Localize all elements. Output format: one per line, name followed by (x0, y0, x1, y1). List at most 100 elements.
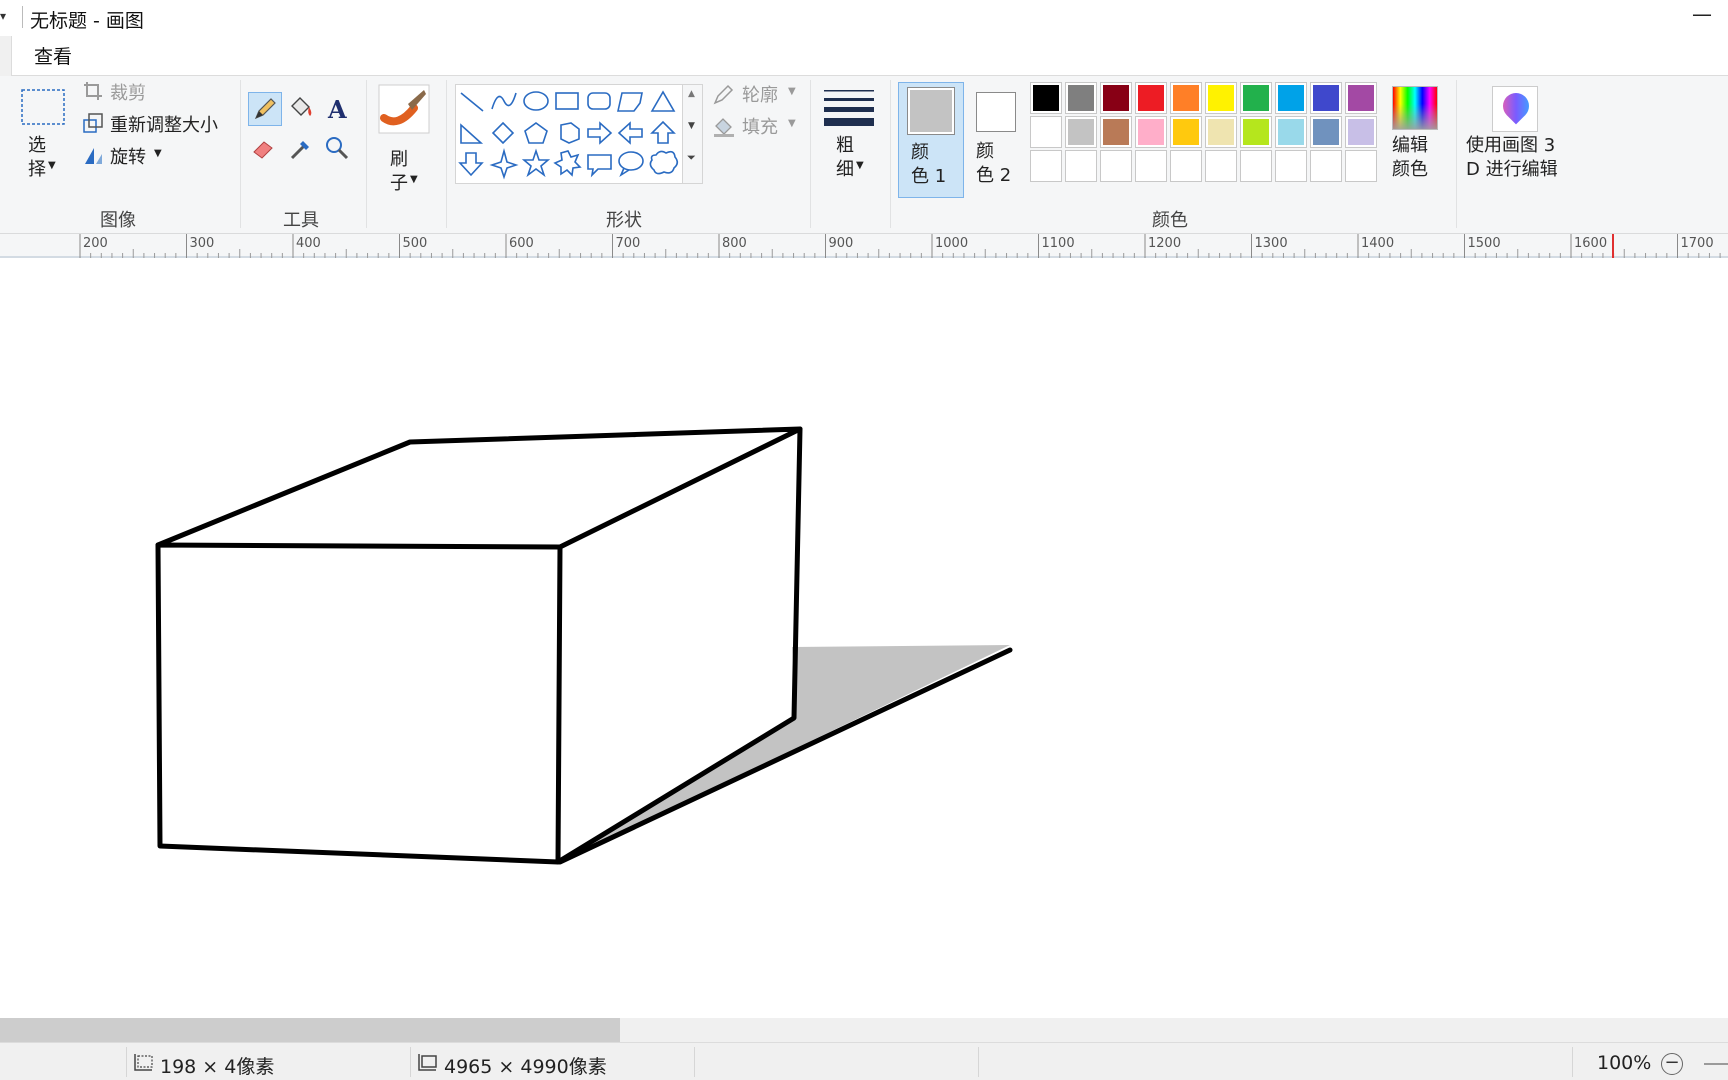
color-picker-tool[interactable] (284, 132, 318, 166)
palette-swatch[interactable] (1170, 150, 1202, 182)
palette-swatch[interactable] (1170, 82, 1202, 114)
crop-label: 裁剪 (110, 83, 146, 104)
palette-swatch[interactable] (1310, 116, 1342, 148)
eraser-tool[interactable] (248, 132, 282, 166)
palette-swatch[interactable] (1275, 82, 1307, 114)
image-size-icon (418, 1054, 437, 1071)
group-label-shapes: 形状 (606, 210, 642, 231)
palette-swatch[interactable] (1135, 116, 1167, 148)
color2-button[interactable]: 颜 色 2 (966, 82, 1028, 198)
zoom-out-button[interactable]: − (1661, 1053, 1683, 1075)
zoom-slider[interactable] (1704, 1063, 1728, 1065)
palette-swatch[interactable] (1030, 150, 1062, 182)
text-tool[interactable]: A (321, 92, 355, 126)
palette-swatch[interactable] (1030, 82, 1062, 114)
crop-button[interactable]: 裁剪 (82, 78, 202, 106)
magnifier-icon (326, 137, 349, 160)
status-bar: 198 × 4像素 4965 × 4990像素 100% − (0, 1042, 1728, 1080)
palette-swatch[interactable] (1100, 82, 1132, 114)
color-palette (1030, 82, 1386, 186)
tab-file[interactable] (0, 36, 12, 76)
palette-swatch[interactable] (1310, 150, 1342, 182)
color2-swatch (976, 92, 1016, 132)
palette-swatch[interactable] (1275, 150, 1307, 182)
fill-tool[interactable] (284, 92, 318, 126)
shapes-grid-icon (458, 90, 679, 180)
box-lines (155, 426, 1013, 865)
palette-swatch[interactable] (1345, 116, 1377, 148)
paint3d-icon (1492, 86, 1538, 132)
palette-swatch[interactable] (1205, 150, 1237, 182)
select-button[interactable]: 选 择 ▼ (14, 82, 72, 192)
ruler-label: 400 (296, 236, 321, 251)
brushes-button[interactable]: 刷 子 ▼ (374, 82, 434, 194)
palette-swatch[interactable] (1205, 82, 1237, 114)
palette-swatch[interactable] (1345, 82, 1377, 114)
group-label-tools: 工具 (283, 210, 319, 231)
palette-swatch[interactable] (1170, 116, 1202, 148)
palette-swatch[interactable] (1345, 150, 1377, 182)
palette-swatch[interactable] (1240, 82, 1272, 114)
palette-swatch[interactable] (1310, 82, 1342, 114)
palette-swatch[interactable] (1100, 150, 1132, 182)
horizontal-scrollbar[interactable] (0, 1018, 1728, 1042)
color1-swatch (907, 87, 955, 135)
select-label: 选 择 (28, 135, 46, 180)
gallery-more-icon[interactable]: ⏷ (687, 151, 696, 165)
shapes-gallery-scroll[interactable]: ▲ ▼ ⏷ (683, 84, 703, 184)
group-separator (240, 80, 241, 228)
palette-swatch[interactable] (1135, 82, 1167, 114)
rotate-button[interactable]: 旋转 ▼ (82, 142, 192, 170)
palette-swatch[interactable] (1100, 116, 1132, 148)
color1-label: 颜 色 1 (911, 142, 947, 187)
gallery-down-icon[interactable]: ▼ (688, 121, 695, 131)
paint3d-button[interactable]: 使用画图 3 D 进行编辑 (1462, 82, 1568, 198)
palette-swatch[interactable] (1275, 116, 1307, 148)
palette-swatch[interactable] (1240, 150, 1272, 182)
minimize-button[interactable]: — (1692, 2, 1712, 26)
ruler-label: 1000 (935, 236, 968, 251)
palette-swatch[interactable] (1205, 116, 1237, 148)
outline-label: 轮廓 (742, 85, 778, 106)
outline-dropdown-arrow: ▼ (788, 86, 796, 97)
paint3d-label: 使用画图 3 D 进行编辑 (1466, 135, 1558, 180)
scrollbar-thumb[interactable] (0, 1018, 620, 1042)
palette-swatch[interactable] (1065, 150, 1097, 182)
edit-colors-label: 编辑 颜色 (1392, 135, 1428, 180)
eraser-icon (253, 141, 273, 159)
group-separator (890, 80, 891, 228)
resize-button[interactable]: 重新调整大小 (82, 110, 232, 138)
drawing-canvas[interactable] (0, 260, 1728, 1018)
shapes-gallery[interactable] (455, 84, 683, 184)
status-separator (126, 1047, 127, 1077)
pencil-tool[interactable] (248, 92, 282, 126)
gallery-up-icon[interactable]: ▲ (688, 89, 695, 99)
size-label: 粗 细 (836, 135, 854, 180)
ruler-label: 600 (509, 236, 534, 251)
fill-label: 填充 (742, 117, 778, 138)
magnifier-tool[interactable] (321, 132, 355, 166)
palette-swatch[interactable] (1065, 82, 1097, 114)
ruler-label: 1100 (1042, 236, 1075, 251)
outline-button[interactable]: 轮廓 ▼ (712, 80, 802, 108)
edit-colors-button[interactable]: 编辑 颜色 (1388, 82, 1442, 192)
color-spectrum-icon (1392, 86, 1438, 130)
palette-swatch[interactable] (1240, 116, 1272, 148)
brushes-label: 刷 子 (390, 149, 408, 194)
palette-swatch[interactable] (1135, 150, 1167, 182)
ruler-label: 800 (722, 236, 747, 251)
crop-icon (84, 82, 102, 100)
horizontal-ruler: 200 300 400 500 600 700 800 900 1000 1100 1200 1300… (0, 234, 1728, 258)
palette-swatch[interactable] (1030, 116, 1062, 148)
quick-access-dropdown[interactable]: ▾ (0, 9, 10, 23)
fill-button[interactable]: 填充 ▼ (712, 112, 802, 140)
window-title: 无标题 - 画图 (30, 10, 144, 32)
size-button[interactable]: 粗 细 ▼ (818, 82, 880, 192)
color1-button[interactable]: 颜 色 1 (898, 82, 964, 198)
fill-dropdown-arrow: ▼ (788, 118, 796, 129)
svg-text:A: A (327, 95, 347, 124)
ruler-label: 1200 (1148, 236, 1181, 251)
palette-swatch[interactable] (1065, 116, 1097, 148)
resize-icon (83, 113, 103, 133)
tab-view[interactable]: 查看 (34, 42, 72, 69)
